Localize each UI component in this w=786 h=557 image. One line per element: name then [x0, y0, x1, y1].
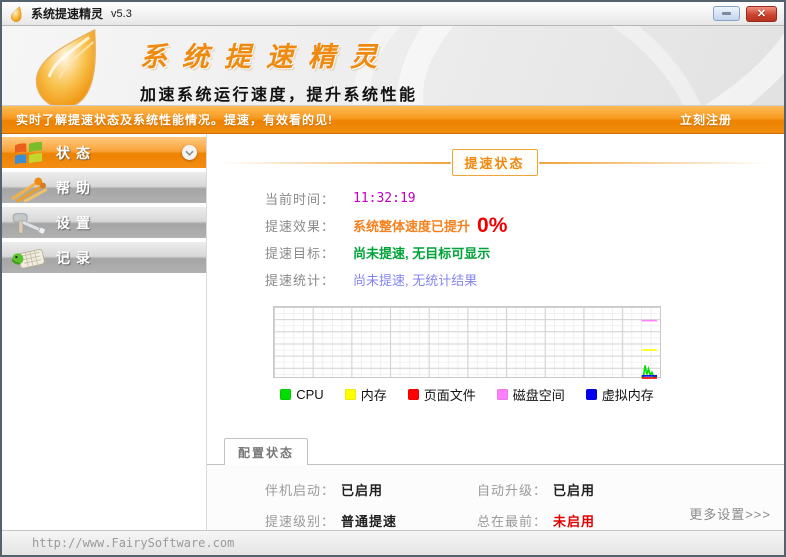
startup-value: 已启用 [341, 483, 384, 498]
app-name: 系统提速精灵 [140, 42, 392, 72]
auto-upgrade-setting: 自动升级： 已启用 [477, 480, 784, 499]
legend-item: 虚拟内存 [585, 385, 654, 404]
always-on-top-label: 总在最前： [477, 514, 548, 529]
speedup-level-label: 提速级别： [265, 514, 336, 529]
speedup-level-value: 普通提速 [341, 514, 398, 529]
startup-label: 伴机启动： [265, 483, 336, 498]
minimize-icon [722, 12, 731, 15]
speedup-effect-label: 提速效果： [265, 219, 336, 234]
legend-item: 内存 [344, 385, 387, 404]
performance-chart [273, 306, 661, 379]
windows-flag-icon [2, 139, 56, 167]
speedup-target-label: 提速目标： [265, 246, 336, 261]
speedup-target-row: 提速目标： 尚未提速, 无目标可显示 [265, 239, 784, 266]
speedup-target-value: 尚未提速, 无目标可显示 [353, 246, 491, 261]
tools-icon [2, 209, 56, 237]
legend-label: 虚拟内存 [601, 388, 654, 403]
sidebar-item-label: 帮助 [56, 179, 96, 196]
speedup-percent-value: 0% [477, 213, 508, 237]
startup-setting: 伴机启动： 已启用 [265, 480, 477, 499]
speedup-level-setting: 提速级别： 普通提速 [265, 511, 477, 530]
config-area: 伴机启动： 已启用 自动升级： 已启用 提速级别： 普通提速 总在最前： 未启用 [207, 465, 784, 530]
legend-label: 页面文件 [423, 388, 476, 403]
chevron-down-icon[interactable] [182, 145, 197, 160]
legend-swatch [280, 389, 292, 400]
sidebar-item-label: 状态 [56, 144, 96, 161]
main-panel: 提速状态 当前时间： 11:32:19 提速效果： 系统整体速度已提升 0% 提… [207, 134, 784, 530]
tab-config-status[interactable]: 配置状态 [224, 438, 309, 465]
header-line-left [221, 161, 451, 164]
speedup-stats-row: 提速统计： 尚未提速, 无统计结果 [265, 266, 784, 293]
legend-swatch [496, 389, 508, 400]
speedup-stats-value: 尚未提速, 无统计结果 [353, 273, 478, 288]
notice-bar: 实时了解提速状态及系统性能情况。提速，有效看的见! 立刻注册 [2, 106, 784, 134]
legend-label: 内存 [360, 388, 387, 403]
app-icon [10, 5, 22, 22]
legend-swatch [585, 389, 597, 400]
website-url: http://www.FairySoftware.com [32, 536, 235, 550]
legend-swatch [407, 389, 419, 400]
legend-item: CPU [280, 385, 324, 404]
config-tabs-row: 配置状态 [207, 437, 784, 465]
status-bar: http://www.FairySoftware.com [2, 530, 784, 555]
minimize-button[interactable] [713, 6, 740, 21]
close-icon: ✕ [756, 8, 767, 20]
always-on-top-value: 未启用 [553, 514, 596, 529]
section-header: 提速状态 [221, 149, 769, 176]
legend-item: 磁盘空间 [496, 385, 565, 404]
more-settings-link[interactable]: 更多设置>>> [689, 504, 771, 523]
legend-label: CPU [296, 387, 324, 402]
records-icon [2, 244, 56, 272]
sidebar-item-help[interactable]: 帮助 [2, 172, 206, 203]
auto-upgrade-label: 自动升级： [477, 483, 548, 498]
speedup-effect-row: 提速效果： 系统整体速度已提升 0% [265, 212, 784, 239]
sidebar: 状态 帮助 设置 记录 [2, 134, 207, 530]
app-logo-flame-drop [35, 28, 96, 105]
speedup-stats-label: 提速统计： [265, 273, 336, 288]
sidebar-item-status[interactable]: 状态 [2, 137, 206, 168]
speedup-effect-text: 系统整体速度已提升 [353, 219, 471, 234]
app-slogan: 加速系统运行速度，提升系统性能 [140, 87, 418, 104]
sidebar-item-records[interactable]: 记录 [2, 242, 206, 273]
legend-swatch [344, 389, 356, 400]
sidebar-item-label: 记录 [56, 249, 96, 266]
status-info: 当前时间： 11:32:19 提速效果： 系统整体速度已提升 0% 提速目标： … [265, 185, 784, 293]
section-title: 提速状态 [451, 149, 538, 176]
auto-upgrade-value: 已启用 [553, 483, 596, 498]
sidebar-item-label: 设置 [56, 214, 96, 231]
current-time-label: 当前时间： [265, 192, 336, 207]
header-banner: 系统提速精灵 加速系统运行速度，提升系统性能 [2, 26, 784, 106]
window-title: 系统提速精灵 [31, 7, 104, 21]
sidebar-item-settings[interactable]: 设置 [2, 207, 206, 238]
register-link[interactable]: 立刻注册 [680, 111, 732, 128]
chart-legend: CPU 内存 页面文件 磁盘空间 虚拟内存 [273, 385, 661, 404]
current-time-value: 11:32:19 [353, 191, 416, 206]
close-button[interactable]: ✕ [746, 5, 777, 22]
legend-label: 磁盘空间 [512, 388, 565, 403]
window-version: v5.3 [111, 7, 132, 20]
app-window: 系统提速精灵 v5.3 ✕ 系统提速精灵 加速系统运行速度，提升系统性能 实时了… [0, 0, 786, 557]
speed-streaks-icon [2, 174, 56, 202]
legend-item: 页面文件 [407, 385, 476, 404]
notice-message: 实时了解提速状态及系统性能情况。提速，有效看的见! [16, 113, 333, 127]
title-bar: 系统提速精灵 v5.3 ✕ [2, 2, 784, 26]
current-time-row: 当前时间： 11:32:19 [265, 185, 784, 212]
header-line-right [538, 161, 769, 164]
